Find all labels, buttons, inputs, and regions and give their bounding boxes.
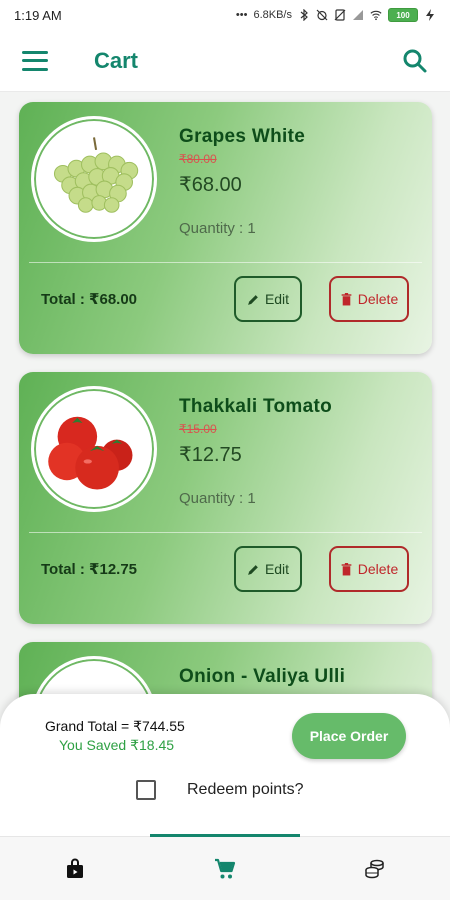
original-price: ₹15.00 bbox=[179, 422, 217, 436]
charging-icon bbox=[426, 9, 434, 21]
edit-label: Edit bbox=[264, 291, 290, 307]
battery-icon: 100 bbox=[388, 8, 418, 22]
search-icon[interactable] bbox=[402, 48, 428, 74]
status-indicators: ••• 6.8KB/s 100 bbox=[236, 8, 436, 22]
product-name: Grapes White bbox=[179, 126, 306, 147]
product-name: Thakkali Tomato bbox=[179, 396, 333, 417]
bottom-nav bbox=[0, 834, 450, 900]
discounted-price: ₹12.75 bbox=[179, 444, 242, 466]
nav-item-points[interactable] bbox=[300, 837, 450, 900]
status-time: 1:19 AM bbox=[14, 7, 62, 23]
tomato-image bbox=[48, 416, 133, 490]
redeem-points-label: Redeem points? bbox=[187, 781, 304, 798]
cart-item-card[interactable]: Grapes White ₹80.00 ₹68.00 Quantity : 1 … bbox=[19, 102, 432, 354]
grand-total: Grand Total = ₹744.55 bbox=[45, 718, 185, 734]
product-image-grapes bbox=[31, 116, 157, 242]
cart-icon bbox=[215, 858, 236, 878]
app-bar: Cart bbox=[0, 30, 450, 92]
net-speed: 6.8KB/s bbox=[253, 9, 292, 21]
edit-button[interactable]: Edit bbox=[234, 546, 302, 592]
nav-item-cart[interactable] bbox=[150, 834, 300, 900]
trash-icon bbox=[341, 562, 352, 575]
order-summary-sheet: Grand Total = ₹744.55 You Saved ₹18.45 P… bbox=[0, 694, 450, 836]
cart-list[interactable]: Grapes White ₹80.00 ₹68.00 Quantity : 1 … bbox=[0, 92, 450, 702]
product-image-tomato bbox=[31, 386, 157, 512]
quantity-label: Quantity : 1 bbox=[179, 220, 256, 237]
signal-icon bbox=[353, 10, 363, 20]
shopping-bag-icon bbox=[67, 858, 83, 878]
discounted-price: ₹68.00 bbox=[179, 174, 242, 196]
redeem-points-row[interactable]: Redeem points? bbox=[136, 780, 304, 800]
menu-icon[interactable] bbox=[22, 50, 48, 71]
wifi-icon bbox=[370, 10, 382, 21]
page-title: Cart bbox=[94, 47, 139, 73]
place-order-button[interactable]: Place Order bbox=[292, 713, 406, 759]
item-total: Total : ₹12.75 bbox=[41, 561, 138, 578]
redeem-points-checkbox[interactable] bbox=[136, 780, 156, 800]
saved-amount: You Saved ₹18.45 bbox=[59, 737, 175, 753]
product-name: Onion - Valiya Ulli bbox=[179, 666, 346, 687]
delete-button[interactable]: Delete bbox=[329, 546, 409, 592]
card-divider bbox=[29, 262, 422, 263]
edit-label: Edit bbox=[264, 561, 290, 577]
card-divider bbox=[29, 532, 422, 533]
no-sim-icon bbox=[334, 9, 346, 21]
pencil-icon bbox=[248, 564, 258, 575]
nav-item-shop[interactable] bbox=[0, 837, 150, 900]
grapes-image bbox=[53, 137, 139, 213]
signal-dots-icon: ••• bbox=[235, 9, 248, 21]
quantity-label: Quantity : 1 bbox=[179, 490, 256, 507]
pencil-icon bbox=[248, 294, 258, 305]
alarm-off-icon bbox=[316, 9, 328, 21]
trash-icon bbox=[341, 292, 352, 305]
cart-item-card[interactable]: Onion - Valiya Ulli bbox=[19, 642, 432, 702]
status-bar: 1:19 AM ••• 6.8KB/s 100 bbox=[0, 0, 450, 30]
delete-button[interactable]: Delete bbox=[329, 276, 409, 322]
edit-button[interactable]: Edit bbox=[234, 276, 302, 322]
bluetooth-icon bbox=[300, 9, 308, 21]
item-total: Total : ₹68.00 bbox=[41, 291, 138, 308]
original-price: ₹80.00 bbox=[179, 152, 217, 166]
delete-label: Delete bbox=[357, 291, 399, 307]
coins-icon bbox=[365, 859, 384, 878]
cart-item-card[interactable]: Thakkali Tomato ₹15.00 ₹12.75 Quantity :… bbox=[19, 372, 432, 624]
delete-label: Delete bbox=[357, 561, 399, 577]
